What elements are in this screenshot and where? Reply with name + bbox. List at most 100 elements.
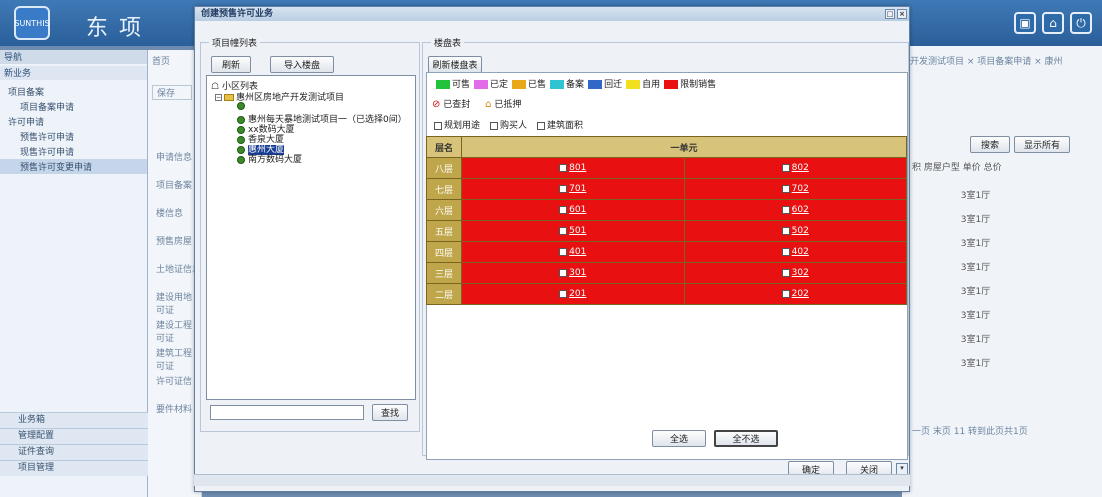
legend-label-2: 已售 [528, 80, 547, 90]
bg-tabs[interactable]: 开发测试项目 × 项目备案申请 × 康州 [910, 54, 1063, 67]
option-checkbox-2[interactable] [537, 121, 546, 130]
building-table: 层名 一单元 八层 801 802 七层 701 702 六层 601 602 五层 501 502 四… [426, 136, 907, 305]
tree-company-label: 惠州区房地产开发测试项目 [236, 93, 345, 103]
import-building-button[interactable]: 导入楼盘 [270, 56, 334, 73]
room-checkbox[interactable] [781, 226, 790, 235]
room-checkbox[interactable] [559, 247, 568, 256]
floor-name: 八层 [426, 157, 462, 179]
room-checkbox[interactable] [559, 205, 568, 214]
room-checkbox[interactable] [781, 268, 790, 277]
room-cell[interactable]: 401 [461, 241, 685, 263]
refresh-table-button[interactable]: 刷新楼盘表 [428, 56, 482, 73]
room-checkbox[interactable] [781, 163, 790, 172]
option-checkbox-0[interactable] [434, 121, 442, 130]
room-checkbox[interactable] [559, 268, 568, 277]
room-number[interactable]: 801 [569, 163, 586, 173]
bg-save-button[interactable]: 保存 [152, 85, 192, 100]
room-cell[interactable]: 801 [461, 157, 685, 179]
room-number[interactable]: 402 [792, 247, 809, 257]
mortgaged-label: 已抵押 [494, 100, 522, 110]
room-number[interactable]: 301 [569, 268, 586, 278]
maximize-icon[interactable]: □ [885, 9, 895, 19]
room-checkbox[interactable] [559, 289, 568, 298]
sidebar-group-new[interactable]: 新业务 [0, 66, 147, 80]
legend-label-6: 限制销售 [680, 80, 717, 90]
sidebar-item-3[interactable]: 预售许可申请 [0, 129, 147, 144]
sidebar-footer-3[interactable]: 项目管理 [0, 460, 148, 476]
room-cell[interactable]: 601 [461, 199, 685, 221]
bg-house-type-3: 3室1厅 [960, 263, 991, 273]
app-title: 东 项 [86, 16, 143, 41]
bg-search-button[interactable]: 搜索 [970, 136, 1010, 153]
home-icon[interactable]: ⌂ [1042, 12, 1064, 34]
legend-label-0: 可售 [452, 80, 471, 90]
dialog-titlebar: 创建预售许可业务 □ × [195, 7, 909, 21]
room-cell[interactable]: 302 [683, 262, 907, 284]
room-cell[interactable]: 702 [683, 178, 907, 200]
room-number[interactable]: 401 [569, 247, 586, 257]
room-number[interactable]: 201 [569, 289, 586, 299]
legend-label-4: 回迁 [604, 80, 623, 90]
room-checkbox[interactable] [559, 226, 568, 235]
room-number[interactable]: 601 [569, 205, 586, 215]
option-checkbox-1[interactable] [490, 121, 499, 130]
room-checkbox[interactable] [781, 247, 790, 256]
legend-swatch-5 [626, 80, 641, 89]
room-number[interactable]: 302 [792, 268, 809, 278]
room-cell[interactable]: 501 [461, 220, 685, 242]
bg-house-type-6: 3室1厅 [960, 335, 991, 345]
legend-swatch-3 [550, 80, 565, 89]
sidebar-footer-1[interactable]: 管理配置 [0, 428, 148, 444]
room-checkbox[interactable] [781, 289, 790, 298]
tree-building-4[interactable]: 南方数码大厦 [237, 152, 302, 165]
room-cell[interactable]: 402 [683, 241, 907, 263]
sidebar-footer-2[interactable]: 证件查询 [0, 444, 148, 460]
bg-show-all-button[interactable]: 显示所有 [1014, 136, 1070, 153]
folder-icon [224, 94, 234, 101]
floor-name: 五层 [426, 220, 462, 242]
room-cell[interactable]: 301 [461, 262, 685, 284]
room-cell[interactable]: 802 [683, 157, 907, 179]
room-cell[interactable]: 701 [461, 178, 685, 200]
sidebar-footer-0[interactable]: 业务箱 [0, 412, 148, 428]
collapse-icon[interactable]: − [215, 94, 222, 101]
tree-empty-node[interactable] [237, 101, 248, 111]
horizontal-scrollbar[interactable] [194, 474, 910, 486]
room-number[interactable]: 202 [792, 289, 809, 299]
room-number[interactable]: 502 [792, 226, 809, 236]
tree-company[interactable]: − 惠州区房地产开发测试项目 [215, 90, 344, 103]
logo-text: SUNTHIS [14, 18, 50, 28]
option-label-0: 规划用途 [444, 121, 481, 131]
select-all-button[interactable]: 全选 [652, 430, 706, 447]
room-number[interactable]: 602 [792, 205, 809, 215]
bg-house-type-4: 3室1厅 [960, 287, 991, 297]
close-icon[interactable]: × [897, 9, 907, 19]
floor-row: 六层 601 602 [426, 199, 907, 221]
sidebar-item-5[interactable]: 预售许可变更申请 [0, 159, 147, 174]
sidebar-item-2[interactable]: 许可申请 [0, 114, 147, 129]
room-cell[interactable]: 202 [683, 283, 907, 305]
find-button[interactable]: 查找 [372, 404, 408, 421]
deselect-all-button[interactable]: 全不选 [714, 430, 778, 447]
room-cell[interactable]: 602 [683, 199, 907, 221]
room-checkbox[interactable] [781, 205, 790, 214]
room-checkbox[interactable] [559, 184, 568, 193]
bg-pager[interactable]: 一页 末页 11 转到此页共1页 [912, 424, 1028, 437]
sidebar-item-4[interactable]: 现售许可申请 [0, 144, 147, 159]
room-checkbox[interactable] [781, 184, 790, 193]
sidebar-item-0[interactable]: 项目备案 [0, 84, 147, 99]
refresh-button[interactable]: 刷新 [211, 56, 251, 73]
room-cell[interactable]: 201 [461, 283, 685, 305]
room-number[interactable]: 702 [792, 184, 809, 194]
search-input[interactable] [210, 405, 364, 420]
sidebar-item-1[interactable]: 项目备案申请 [0, 99, 147, 114]
room-number[interactable]: 701 [569, 184, 586, 194]
window-icon[interactable]: ▣ [1014, 12, 1036, 34]
power-icon[interactable]: ⏻ [1070, 12, 1092, 34]
room-number[interactable]: 802 [792, 163, 809, 173]
room-checkbox[interactable] [559, 163, 568, 172]
room-number[interactable]: 501 [569, 226, 586, 236]
room-cell[interactable]: 502 [683, 220, 907, 242]
bg-house-type-0: 3室1厅 [960, 191, 991, 201]
bg-house-type-2: 3室1厅 [960, 239, 991, 249]
